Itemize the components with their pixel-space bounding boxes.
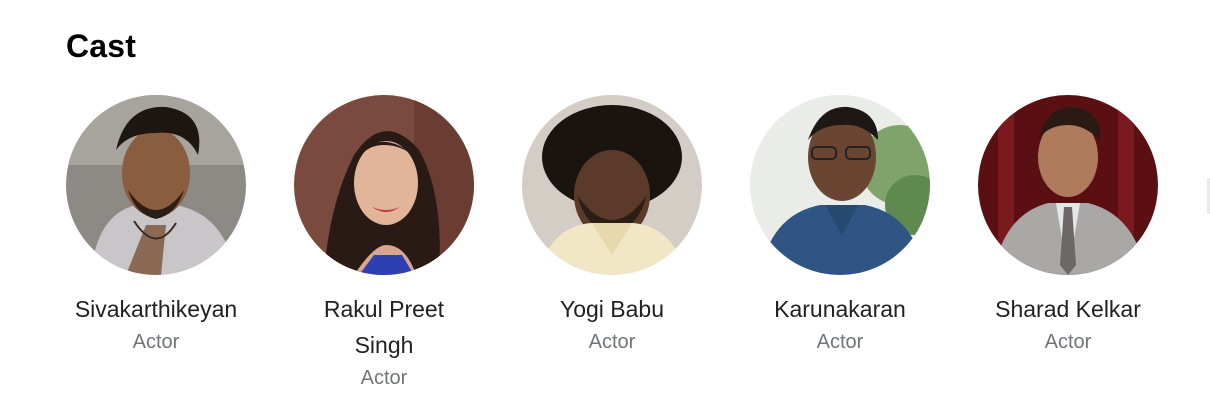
cast-role: Actor: [588, 331, 636, 353]
cast-list: Sivakarthikeyan Actor Rakul Preet Singh …: [56, 95, 1168, 393]
cast-name: Sharad Kelkar: [995, 296, 1141, 322]
cast-card[interactable]: Sivakarthikeyan Actor: [56, 95, 256, 393]
cast-name: Karunakaran: [774, 296, 906, 322]
section-title: Cast: [66, 28, 137, 64]
cast-card[interactable]: Sharad Kelkar Actor: [968, 95, 1168, 393]
avatar-photo: [522, 95, 702, 275]
cast-card[interactable]: Yogi Babu Actor: [512, 95, 712, 393]
avatar-photo: [978, 95, 1158, 275]
cast-role: Actor: [360, 367, 408, 389]
cast-role: Actor: [1044, 331, 1092, 353]
cast-name: Rakul Preet Singh: [323, 296, 445, 358]
avatar-photo: [66, 95, 246, 275]
avatar-photo: [750, 95, 930, 275]
cast-card[interactable]: Rakul Preet Singh Actor: [284, 95, 484, 393]
cast-role: Actor: [132, 331, 180, 353]
cast-card[interactable]: Karunakaran Actor: [740, 95, 940, 393]
cast-role: Actor: [816, 331, 864, 353]
cast-name: Yogi Babu: [559, 296, 665, 322]
avatar-photo: [294, 95, 474, 275]
cast-name: Sivakarthikeyan: [74, 296, 238, 322]
